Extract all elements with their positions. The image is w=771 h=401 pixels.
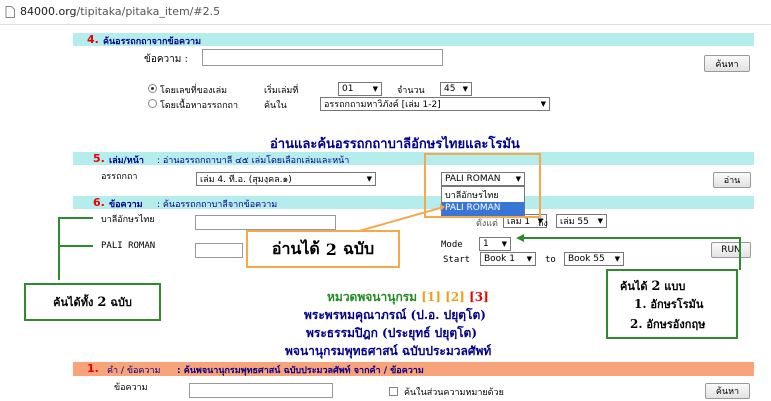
dictionary-title-line: หมวดพจนานุกรม [1] [2] [3]: [327, 290, 489, 304]
to-volume-select[interactable]: เล่ม 55 ▼: [556, 214, 607, 228]
section5-volume-select[interactable]: เล่ม 4. ที.อ. (สุมงฺคล.๑) ▼: [196, 172, 376, 186]
search-in-label: ค้นใน: [264, 101, 287, 111]
url-text[interactable]: 84000.org/tipitaka/pitaka_item/#2.5: [20, 5, 220, 18]
section4-header: 4. ค้นอรรถกถาจากข้อความ: [73, 33, 754, 47]
dictionary-page-1-link[interactable]: [1]: [421, 290, 441, 304]
search-in-select[interactable]: อรรถกถามหาวิภังค์ [เล่ม 1-2] ▼: [320, 97, 550, 111]
radio-by-content-label: โดยเนื้อหาอรรถกถา: [160, 101, 239, 111]
section1-text-input[interactable]: [189, 383, 333, 398]
section1-header: 1. คำ / ข้อความ : ค้นพจนานุกรมพุทธศาสน์ …: [73, 362, 754, 376]
section5-read-button[interactable]: อ่าน: [713, 172, 751, 188]
section4-number: 4.: [87, 33, 99, 46]
chevron-down-icon: ▼: [540, 100, 546, 108]
section5-label: อรรถกถา: [101, 172, 138, 182]
amount-select[interactable]: 45 ▼: [440, 82, 472, 96]
section6-number: 6.: [93, 196, 105, 209]
section1-desc: : ค้นพจนานุกรมพุทธศาสน์ ฉบับประมวลศัพท์ …: [177, 366, 424, 376]
chevron-down-icon: ▼: [366, 175, 372, 183]
browser-address-bar[interactable]: 84000.org/tipitaka/pitaka_item/#2.5: [0, 0, 771, 25]
start-volume-select[interactable]: 01 ▼: [338, 82, 382, 96]
section5-header: 5. เล่ม/หน้า : อ่านอรรถกถาบาลี ๔๕ เล่มโด…: [73, 152, 754, 166]
read-search-heading: อ่านและค้นอรรถกถาบาลีอักษรไทยและโรมัน: [270, 137, 520, 152]
chevron-down-icon: ▼: [501, 240, 507, 248]
mode-select[interactable]: 1 ▼: [479, 237, 511, 251]
page-icon: [5, 6, 15, 18]
mode-label: Mode: [441, 240, 463, 250]
chevron-down-icon: ▼: [462, 85, 468, 93]
section4-text-label: ข้อความ :: [144, 54, 188, 65]
pali-thai-label: บาลีอักษรไทย: [101, 215, 155, 225]
dictionary-page-3-link[interactable]: [3]: [469, 290, 489, 304]
dictionary-line-1: พระพรหมคุณาภรณ์ (ป.อ. ปยุตฺโต): [304, 308, 486, 322]
section4-title: ค้นอรรถกถาจากข้อความ: [103, 37, 202, 47]
amount-label: จำนวน: [397, 86, 425, 96]
section1-search-button[interactable]: ค้นหา: [705, 383, 750, 399]
section6-desc: : ค้นอรรถกถาบาลีจากข้อความ: [157, 200, 278, 210]
start-label: Start: [443, 255, 471, 265]
pali-thai-input[interactable]: [195, 215, 336, 230]
section5-number: 5.: [93, 152, 105, 165]
pali-roman-input[interactable]: [195, 243, 243, 258]
section5-desc: : อ่านอรรถกถาบาลี ๔๕ เล่มโดยเลือกเล่มและ…: [157, 156, 350, 166]
dictionary-page-2-link[interactable]: [2]: [445, 290, 465, 304]
callout-read-two-editions: อ่านได้ 2 ฉบับ: [246, 230, 400, 268]
section5-title: เล่ม/หน้า: [109, 156, 144, 166]
green-connector-right: [516, 234, 741, 270]
radio-by-volume[interactable]: [148, 84, 157, 93]
start-volume-label: เริ่มเล่มที่: [264, 86, 299, 96]
to-volume-label: ถึง: [538, 219, 548, 229]
callout-search-both-editions: ค้นได้ทั้ง 2 ฉบับ: [24, 283, 161, 321]
chevron-down-icon: ▼: [372, 85, 378, 93]
search-meaning-label: ค้นในส่วนความหมายด้วย: [404, 388, 504, 398]
dictionary-line-2: พระธรรมปิฎก (ประยุทธ์ ปยุตฺโต): [306, 326, 478, 340]
chevron-down-icon: ▼: [597, 217, 603, 225]
dictionary-line-3: พจนานุกรมพุทธศาสน์ ฉบับประมวลศัพท์: [285, 344, 492, 358]
radio-by-volume-label: โดยเลขที่ของเล่ม: [160, 86, 228, 96]
green-bracket-left: [58, 217, 93, 280]
search-meaning-checkbox[interactable]: [389, 387, 398, 396]
section1-title: คำ / ข้อความ: [107, 366, 161, 376]
section1-number: 1.: [87, 362, 99, 375]
callout-search-two-ways: ค้นได้ 2 แบบ 1. อักษรโรมัน 2. อักษรอังกฤ…: [606, 269, 738, 339]
radio-by-content[interactable]: [148, 99, 157, 108]
section1-label: ข้อความ: [114, 383, 148, 393]
section4-text-input[interactable]: [202, 49, 443, 66]
section6-title: ข้อความ: [109, 200, 143, 210]
pali-roman-label: PALI ROMAN: [101, 241, 156, 251]
from-volume-label: ตั้งแต่: [476, 219, 498, 229]
section4-search-button[interactable]: ค้นหา: [704, 55, 750, 72]
